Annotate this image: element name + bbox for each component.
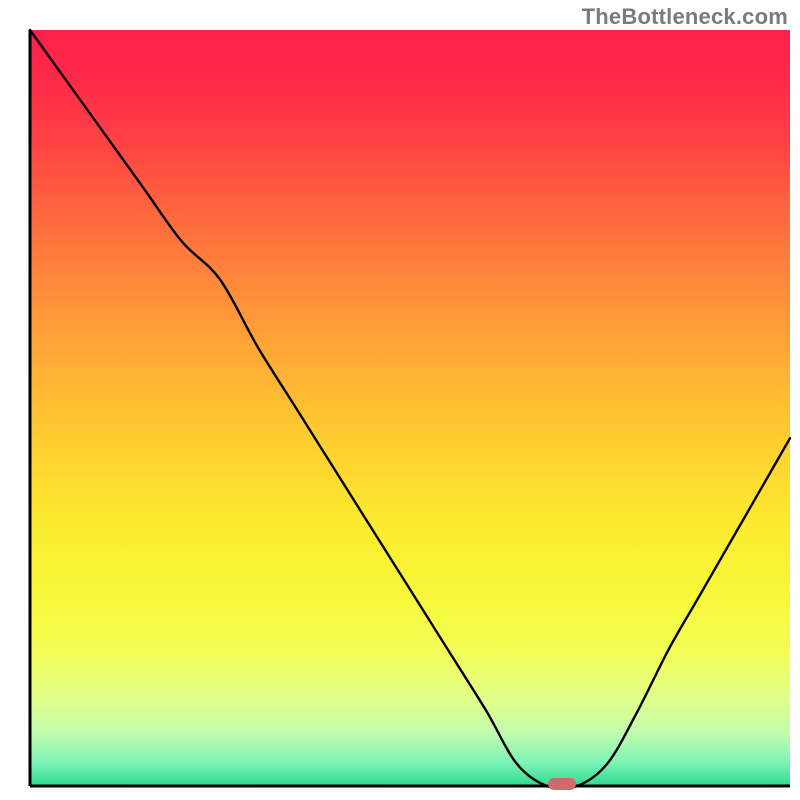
- bottleneck-chart: [0, 0, 800, 800]
- plot-background: [30, 30, 790, 786]
- optimal-marker: [548, 778, 576, 790]
- chart-stage: TheBottleneck.com: [0, 0, 800, 800]
